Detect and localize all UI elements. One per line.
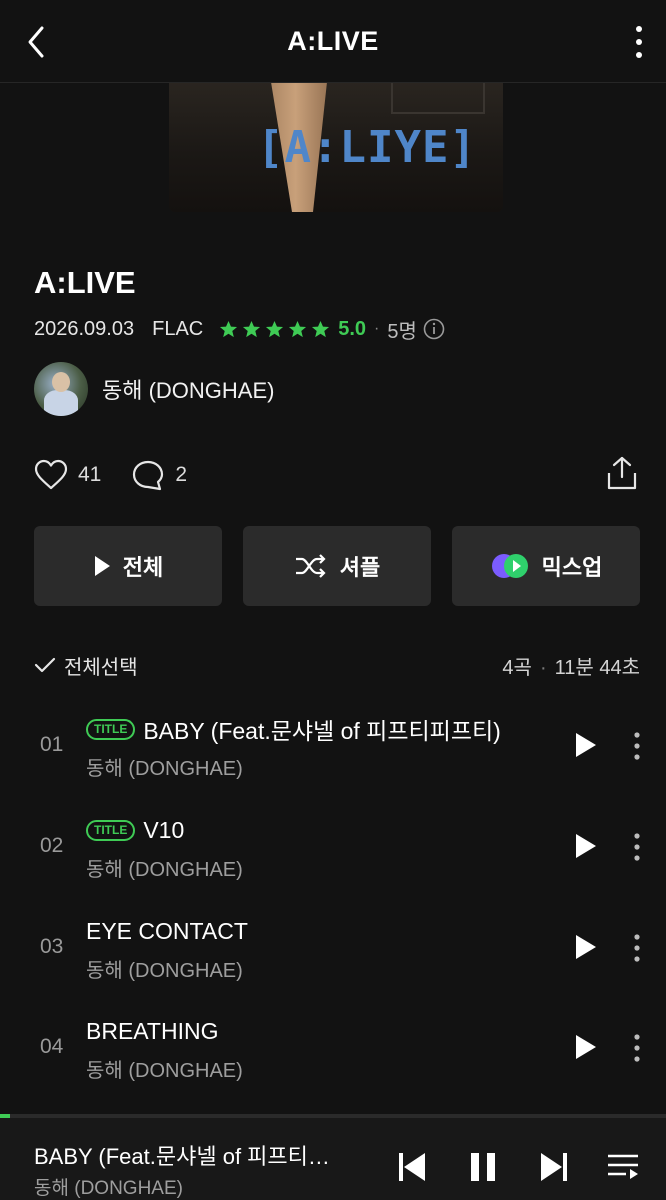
track-number: 01 [40,733,64,756]
like-count: 41 [78,463,102,486]
cover-logo-text: [A:LIYE] [257,122,477,173]
meta-separator: · [374,320,380,337]
track-more-icon[interactable] [632,1033,642,1063]
list-header: 전체선택 4곡 · 11분 44초 [34,650,640,680]
rater-count: 5명 [387,320,417,343]
checkmark-icon[interactable] [34,656,56,674]
track-play-icon[interactable] [572,731,598,759]
more-options-icon[interactable] [634,24,644,60]
now-playing-artist: 동해 (DONGHAE) [34,1178,183,1199]
comment-count: 2 [175,463,188,486]
track-row[interactable]: 03 EYE CONTACT 동해 (DONGHAE) [0,900,666,1000]
shuffle-icon [295,554,326,578]
cover-detail [391,82,485,114]
mixup-label: 믹스업 [541,555,603,580]
shuffle-button[interactable]: 셔플 [243,526,431,606]
now-playing-title: BABY (Feat.문샤넬 of 피프티… [34,1144,330,1169]
track-row[interactable]: 04 BREATHING 동해 (DONGHAE) [0,1000,666,1100]
track-play-icon[interactable] [572,832,598,860]
track-title: EYE CONTACT [86,917,248,944]
title-badge: TITLE [86,718,136,740]
previous-icon[interactable] [396,1151,428,1183]
track-more-icon[interactable] [632,731,642,761]
track-more-icon[interactable] [632,832,642,862]
next-icon[interactable] [538,1151,570,1183]
artist-avatar [34,362,88,416]
shuffle-label: 셔플 [339,555,381,580]
track-title-line: TITLE BABY (Feat.문샤넬 of 피프티피프티) [86,713,501,745]
progress-bar[interactable] [0,1114,666,1118]
artist-name: 동해 (DONGHAE) [102,378,275,403]
track-artist: 동해 (DONGHAE) [86,960,243,982]
track-summary: 4곡 · 11분 44초 [502,656,640,679]
track-title: BREATHING [86,1017,219,1044]
track-title: V10 [143,816,185,843]
playlist-icon[interactable] [606,1151,640,1183]
total-duration: 11분 44초 [554,656,640,679]
social-row: 41 2 [34,455,187,495]
album-cover[interactable]: [A:LIYE] [169,82,503,212]
album-title: A:LIVE [34,265,136,300]
star-icon [312,320,330,337]
share-icon[interactable] [606,455,638,491]
audio-format: FLAC [152,317,204,340]
track-number: 03 [40,935,64,958]
info-icon[interactable] [423,318,445,340]
action-buttons: 전체 셔플 믹스업 [34,526,640,606]
heart-icon[interactable] [34,459,68,491]
mini-player[interactable]: BABY (Feat.문샤넬 of 피프티… 동해 (DONGHAE) [0,1114,666,1200]
header-title: A:LIVE [287,26,379,56]
track-play-icon[interactable] [572,1033,598,1061]
track-title: BABY (Feat.문샤넬 of 피프티피프티) [143,718,501,744]
star-icon [220,320,238,337]
track-artist: 동해 (DONGHAE) [86,758,243,780]
track-row[interactable]: 01 TITLE BABY (Feat.문샤넬 of 피프티피프티) 동해 (D… [0,698,666,798]
track-title-line: EYE CONTACT [86,915,248,947]
star-icon [266,320,284,337]
track-number: 04 [40,1035,64,1058]
track-more-icon[interactable] [632,933,642,963]
mixup-button[interactable]: 믹스업 [452,526,640,606]
track-title-line: BREATHING [86,1015,218,1047]
comment-icon[interactable] [131,459,165,491]
track-row[interactable]: 02 TITLE V10 동해 (DONGHAE) [0,799,666,899]
mixup-icon [491,554,528,578]
select-all-button[interactable]: 전체선택 [64,651,138,680]
title-badge: TITLE [86,819,136,841]
play-all-button[interactable]: 전체 [34,526,222,606]
track-play-icon[interactable] [572,933,598,961]
track-artist: 동해 (DONGHAE) [86,1060,243,1082]
progress-fill [0,1114,10,1118]
release-date: 2026.09.03 [34,317,135,340]
star-icon [289,320,307,337]
top-bar: A:LIVE [0,0,666,83]
rating-value: 5.0 [338,317,367,340]
pause-icon[interactable] [467,1151,499,1183]
play-icon [94,556,110,576]
star-icon [243,320,261,337]
track-count: 4곡 [502,656,532,679]
artist-link[interactable]: 동해 (DONGHAE) [34,362,274,416]
track-title-line: TITLE V10 [86,814,184,846]
album-meta: 2026.09.03 FLAC 5.0 · 5명 [34,316,445,343]
track-artist: 동해 (DONGHAE) [86,859,243,881]
play-all-label: 전체 [122,555,164,580]
album-page: A:LIVE [A:LIYE] A:LIVE 2026.09.03 FLAC 5… [0,0,666,1200]
rating-stars[interactable] [219,320,330,339]
track-number: 02 [40,834,64,857]
